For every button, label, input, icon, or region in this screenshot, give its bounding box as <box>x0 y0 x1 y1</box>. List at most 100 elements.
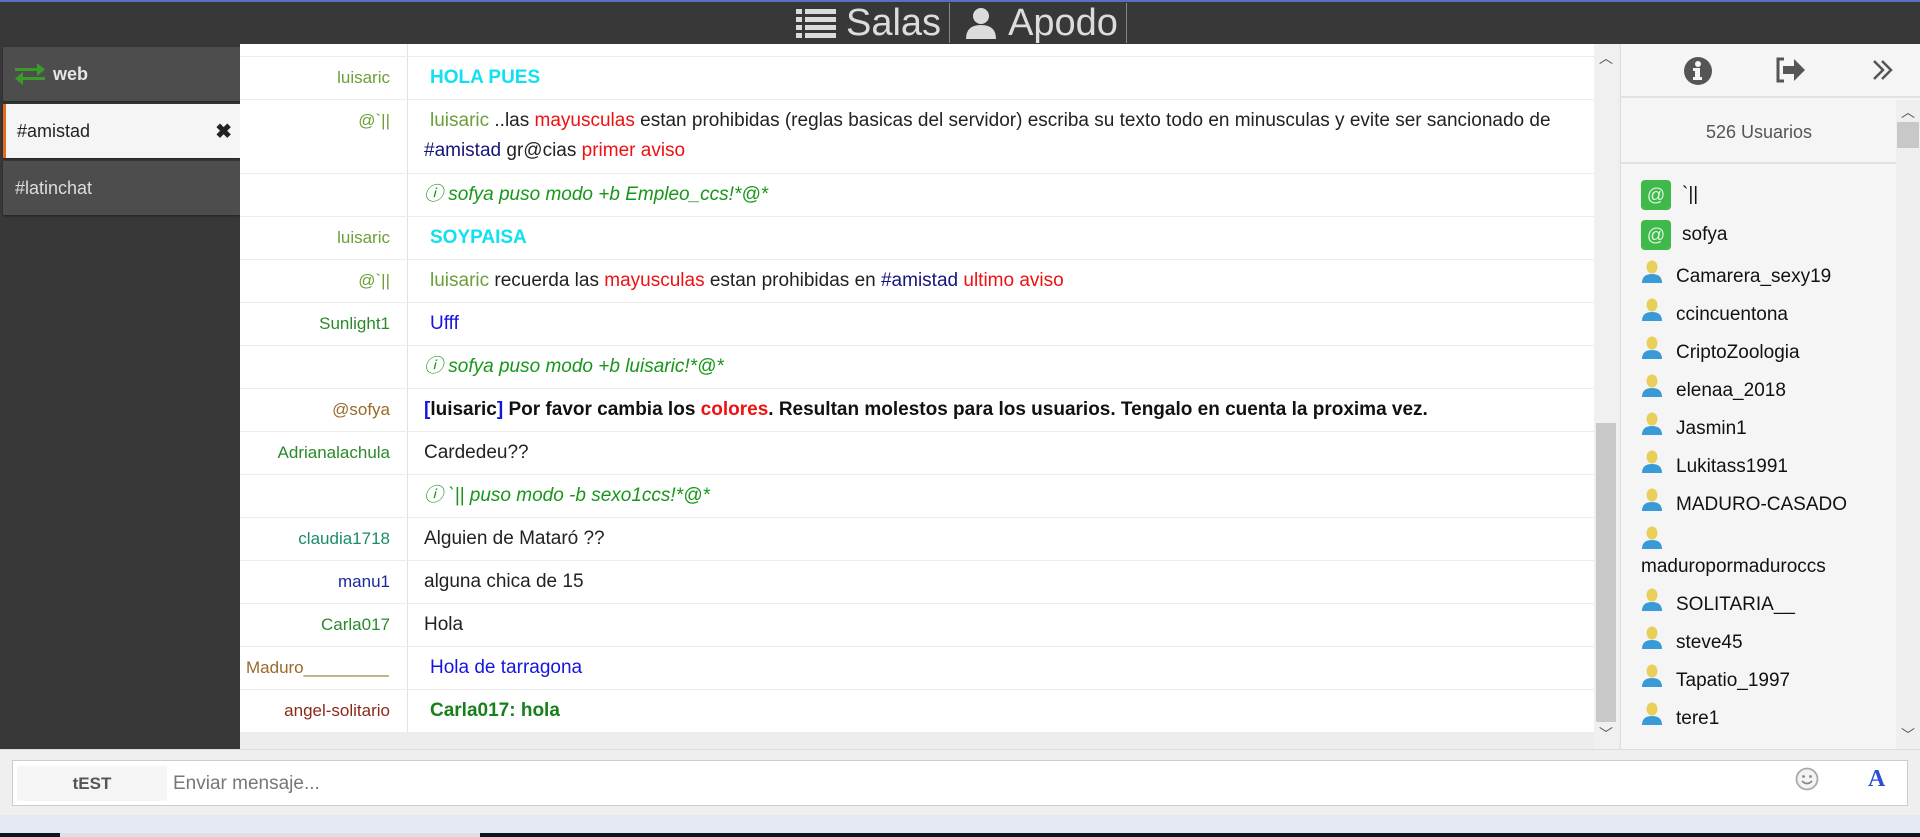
message-list: luisaric HOLA PUES @`|| luisaric ..las mayu… <box>240 44 1594 733</box>
message-text: alguna chica de 15 <box>424 567 1554 597</box>
sidebar-item-server-web[interactable]: web <box>3 47 240 101</box>
message-segment: luisaric <box>430 110 490 131</box>
user-icon <box>1642 626 1662 649</box>
sidebar-item-latinchat[interactable]: #latinchat <box>3 161 240 215</box>
user-list-item[interactable]: SOLITARIA__ <box>1641 588 1795 616</box>
message-segment: mayusculas <box>604 270 705 291</box>
user-list-item[interactable]: Tapatio_1997 <box>1641 664 1790 692</box>
user-list-item[interactable]: ccincuentona <box>1641 298 1788 326</box>
messages-scroll-thumb[interactable] <box>1596 423 1616 722</box>
font-style-button[interactable]: A <box>1868 766 1885 793</box>
user-icon <box>1642 588 1662 611</box>
message-nick[interactable]: angel-solitario <box>240 701 390 721</box>
top-bar: Salas Apodo <box>0 0 1920 44</box>
channel-label: #amistad <box>17 120 91 141</box>
user-icon <box>1642 412 1662 435</box>
message-row: Carla017 Hola <box>240 604 1594 647</box>
nick-label: Apodo <box>1008 1 1118 44</box>
user-list-item[interactable]: elenaa_2018 <box>1641 374 1786 402</box>
message-row: claudia1718 Alguien de Mataró ?? <box>240 518 1594 561</box>
user-list-item[interactable]: Jasmin1 <box>1641 412 1747 440</box>
user-list-item[interactable]: steve45 <box>1641 626 1743 654</box>
user-icon <box>1642 374 1662 397</box>
user-list-scrollbar[interactable]: ︿ ﹀ <box>1896 100 1920 749</box>
logout-icon[interactable] <box>1774 56 1806 89</box>
message-segment: luisaric <box>430 399 497 420</box>
scroll-up-icon[interactable]: ︿ <box>1594 48 1618 68</box>
user-panel-toolbar <box>1621 44 1920 98</box>
close-channel-icon[interactable]: ✖ <box>215 119 232 144</box>
user-list-scroll-thumb[interactable] <box>1897 122 1919 148</box>
scroll-down-icon[interactable]: ﹀ <box>1594 724 1618 744</box>
message-input[interactable] <box>173 766 1773 801</box>
message-nick[interactable]: Carla017 <box>240 615 390 635</box>
user-list-item[interactable]: Lukitass1991 <box>1641 450 1788 478</box>
user-icon <box>1642 702 1662 725</box>
top-nav: Salas Apodo <box>790 2 1127 44</box>
message-row: @sofya [luisaric] Por favor cambia los co… <box>240 389 1594 432</box>
message-segment: ⓘ sofya puso modo +b Empleo_ccs!*@* <box>424 184 769 205</box>
message-row: Sunlight1 Ufff <box>240 303 1594 346</box>
message-segment: Carla017: hola <box>430 700 560 721</box>
message-segment: gr@cias <box>501 140 582 161</box>
message-segment[interactable]: #amistad <box>881 270 958 291</box>
message-segment: estan prohibidas en <box>704 270 881 291</box>
user-list-item[interactable]: @ sofya <box>1641 220 1727 250</box>
scroll-down-icon[interactable]: ﹀ <box>1896 725 1920 745</box>
user-list-item[interactable]: MADURO-CASADO <box>1641 488 1847 516</box>
message-text: luisaric recuerda las mayusculas estan p… <box>430 266 1554 296</box>
user-list-item[interactable]: tere1 <box>1641 702 1719 730</box>
footer-band <box>0 815 1920 833</box>
message-nick[interactable]: @`|| <box>240 271 390 291</box>
user-list-item[interactable]: maduropormaduroccs <box>1641 526 1826 578</box>
message-nick[interactable]: Adrianalachula <box>240 443 390 463</box>
user-name: tere1 <box>1676 707 1720 729</box>
message-segment: alguna chica de 15 <box>424 571 584 592</box>
message-segment: colores <box>700 399 769 420</box>
operator-badge-icon: @ <box>1641 180 1671 210</box>
message-text: Ufff <box>430 309 1554 339</box>
message-segment: Alguien de Mataró ?? <box>424 528 605 549</box>
sidebar-item-amistad[interactable]: #amistad ✖ <box>3 104 240 158</box>
message-segment: estan prohibidas (reglas basicas del ser… <box>634 110 1551 131</box>
user-panel: 526 Usuarios @ `|| @ sofya Camarera_sexy19cc… <box>1620 44 1920 749</box>
rooms-button[interactable]: Salas <box>790 1 951 44</box>
user-name: maduropormaduroccs <box>1641 556 1826 577</box>
message-nick[interactable]: @`|| <box>240 111 390 131</box>
message-text: [luisaric] Por favor cambia los colores.… <box>424 395 1554 425</box>
message-composer: tEST A <box>12 760 1908 806</box>
user-list: @ `|| @ sofya Camarera_sexy19 ccincuentona Cri… <box>1621 166 1897 749</box>
message-nick[interactable]: Sunlight1 <box>240 314 390 334</box>
user-name: elenaa_2018 <box>1676 379 1786 401</box>
user-list-item[interactable]: @ `|| <box>1641 180 1698 210</box>
message-segment: . Resultan molestos para los usuarios. T… <box>768 399 1428 420</box>
message-nick[interactable]: Maduro_________ <box>246 658 389 678</box>
collapse-double-chevron-icon[interactable] <box>1871 58 1895 87</box>
user-icon <box>1642 488 1662 511</box>
message-segment: ⓘ sofya puso modo +b luisaric!*@* <box>424 356 724 377</box>
message-nick[interactable]: claudia1718 <box>240 529 390 549</box>
user-name: Lukitass1991 <box>1676 455 1788 477</box>
user-name: ccincuentona <box>1676 303 1788 325</box>
smiley-icon[interactable] <box>1795 767 1819 796</box>
nick-change-button[interactable]: tEST <box>17 766 167 801</box>
message-segment[interactable]: #amistad <box>424 140 501 161</box>
user-name: MADURO-CASADO <box>1676 493 1848 515</box>
message-nick[interactable]: luisaric <box>240 228 390 248</box>
message-nick[interactable]: luisaric <box>240 68 390 88</box>
message-segment: Ufff <box>430 313 459 334</box>
scroll-up-icon[interactable]: ︿ <box>1896 102 1920 122</box>
user-list-item[interactable]: CriptoZoologia <box>1641 336 1800 364</box>
message-nick[interactable]: @sofya <box>240 400 390 420</box>
message-segment: Por favor cambia los <box>503 399 701 420</box>
message-nick[interactable]: manu1 <box>240 572 390 592</box>
info-icon[interactable] <box>1683 56 1713 91</box>
message-segment: primer aviso <box>581 140 686 161</box>
user-name: SOLITARIA__ <box>1676 593 1795 615</box>
nick-button[interactable]: Apodo <box>950 1 1127 44</box>
user-list-item[interactable]: Camarera_sexy19 <box>1641 260 1831 288</box>
rooms-label: Salas <box>846 1 942 44</box>
messages-scrollbar[interactable]: ︿ ﹀ <box>1594 44 1618 749</box>
user-icon <box>966 8 997 39</box>
user-count: 526 Usuarios <box>1621 100 1897 164</box>
